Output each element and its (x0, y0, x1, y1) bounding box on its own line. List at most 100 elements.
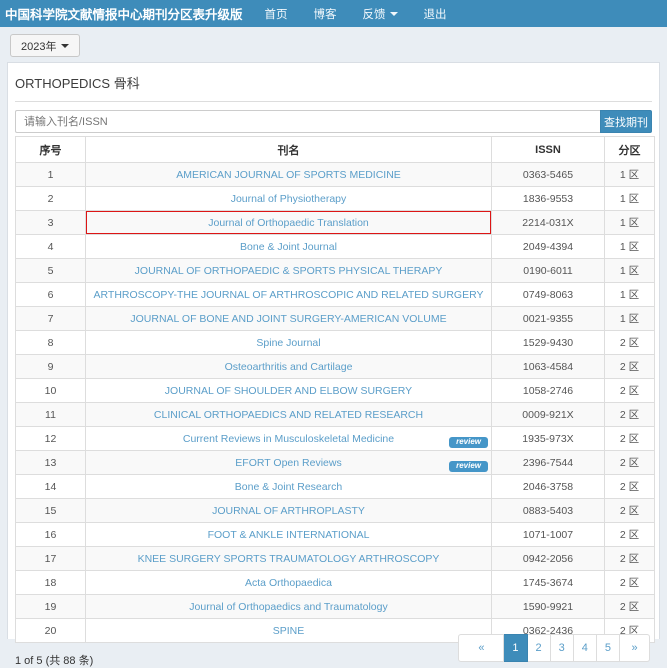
journal-division: 1 区 (605, 283, 655, 307)
page-button-3[interactable]: 3 (551, 634, 574, 662)
journal-division: 2 区 (605, 379, 655, 403)
journal-issn: 1590-9921 (492, 595, 605, 619)
table-row: 3Journal of Orthopaedic Translation2214-… (16, 211, 655, 235)
search-input[interactable] (15, 110, 600, 133)
row-number: 3 (16, 211, 86, 235)
journal-link[interactable]: Osteoarthritis and Cartilage (225, 361, 353, 373)
journal-link[interactable]: Bone & Joint Journal (240, 241, 337, 253)
table-header-row: 序号 刊名 ISSN 分区 (16, 137, 655, 163)
journal-name-cell: EFORT Open Reviews review (86, 451, 492, 475)
nav-item-2[interactable]: 博客 (314, 6, 337, 22)
journal-link[interactable]: ARTHROSCOPY-THE JOURNAL OF ARTHROSCOPIC … (94, 289, 484, 301)
table-row: 1 AMERICAN JOURNAL OF SPORTS MEDICINE 0363… (16, 163, 655, 187)
row-number: 17 (16, 547, 86, 571)
row-number: 12 (16, 427, 86, 451)
row-number: 14 (16, 475, 86, 499)
journal-division: 2 区 (605, 331, 655, 355)
page-button-4[interactable]: 4 (574, 634, 597, 662)
journal-link[interactable]: JOURNAL OF SHOULDER AND ELBOW SURGERY (165, 385, 412, 397)
table-row: 10JOURNAL OF SHOULDER AND ELBOW SURGERY1… (16, 379, 655, 403)
row-number: 16 (16, 523, 86, 547)
journal-link[interactable]: KNEE SURGERY SPORTS TRAUMATOLOGY ARTHROS… (138, 553, 440, 565)
site-title: 中国科学院文献情报中心期刊分区表升级版 (5, 4, 243, 23)
review-badge: review (449, 461, 488, 472)
journal-issn: 2049-4394 (492, 235, 605, 259)
journal-name-cell: JOURNAL OF ORTHOPAEDIC & SPORTS PHYSICAL… (86, 259, 492, 283)
row-number: 15 (16, 499, 86, 523)
row-number: 1 (16, 163, 86, 187)
row-number: 9 (16, 355, 86, 379)
journal-link[interactable]: SPINE (273, 625, 305, 637)
nav-item-label: 博客 (314, 6, 337, 22)
journal-link[interactable]: Current Reviews in Musculoskeletal Medic… (183, 433, 394, 445)
nav-item-label: 反馈 (363, 6, 386, 22)
journal-link[interactable]: JOURNAL OF BONE AND JOINT SURGERY-AMERIC… (130, 313, 446, 325)
page-button-«[interactable]: « (458, 634, 504, 662)
page-title: ORTHOPEDICS 骨科 (15, 63, 652, 102)
search-journal-button[interactable]: 查找期刊 (600, 110, 652, 133)
chevron-down-icon (61, 44, 69, 48)
top-navbar: 中国科学院文献情报中心期刊分区表升级版 首页 博客 反馈 退出 (0, 0, 667, 27)
nav-item-3[interactable]: 反馈 (363, 6, 398, 22)
row-number: 19 (16, 595, 86, 619)
journal-link[interactable]: JOURNAL OF ARTHROPLASTY (212, 505, 365, 517)
col-header-no: 序号 (16, 137, 86, 163)
journal-link[interactable]: FOOT & ANKLE INTERNATIONAL (208, 529, 370, 541)
journal-division: 1 区 (605, 187, 655, 211)
table-row: 7JOURNAL OF BONE AND JOINT SURGERY-AMERI… (16, 307, 655, 331)
page-button-1[interactable]: 1 (504, 634, 527, 662)
col-header-issn: ISSN (492, 137, 605, 163)
journal-division: 1 区 (605, 259, 655, 283)
journal-link[interactable]: Spine Journal (256, 337, 320, 349)
journal-name-cell: AMERICAN JOURNAL OF SPORTS MEDICINE (86, 163, 492, 187)
col-header-name: 刊名 (86, 137, 492, 163)
nav-item-4[interactable]: 退出 (424, 6, 447, 22)
journal-name-cell: Acta Orthopaedica (86, 571, 492, 595)
journal-link[interactable]: Journal of Orthopaedics and Traumatology (189, 601, 387, 613)
page-button-2[interactable]: 2 (528, 634, 551, 662)
journal-link[interactable]: JOURNAL OF ORTHOPAEDIC & SPORTS PHYSICAL… (135, 265, 443, 277)
year-dropdown-button[interactable]: 2023年 (10, 34, 80, 57)
nav-item-1[interactable]: 首页 (265, 6, 288, 22)
journal-division: 1 区 (605, 235, 655, 259)
journal-link[interactable]: CLINICAL ORTHOPAEDICS AND RELATED RESEAR… (154, 409, 423, 421)
row-number: 5 (16, 259, 86, 283)
journal-division: 2 区 (605, 451, 655, 475)
journal-division: 1 区 (605, 211, 655, 235)
journal-name-cell: Journal of Orthopaedics and Traumatology (86, 595, 492, 619)
table-row: 14 Bone & Joint Research 2046-37582 区 (16, 475, 655, 499)
row-number: 18 (16, 571, 86, 595)
journal-name-cell: Osteoarthritis and Cartilage (86, 355, 492, 379)
journal-name-cell: FOOT & ANKLE INTERNATIONAL (86, 523, 492, 547)
journal-link[interactable]: Journal of Orthopaedic Translation (208, 217, 369, 229)
journal-issn: 2046-3758 (492, 475, 605, 499)
journal-issn: 2396-7544 (492, 451, 605, 475)
journal-division: 2 区 (605, 499, 655, 523)
row-number: 2 (16, 187, 86, 211)
journal-link[interactable]: Bone & Joint Research (235, 481, 342, 493)
review-badge: review (449, 437, 488, 448)
journal-name-cell: Spine Journal (86, 331, 492, 355)
journal-division: 1 区 (605, 307, 655, 331)
journal-name-cell: Journal of Physiotherapy (86, 187, 492, 211)
table-row: 6ARTHROSCOPY-THE JOURNAL OF ARTHROSCOPIC… (16, 283, 655, 307)
search-bar: 查找期刊 (15, 110, 652, 133)
navbar-menu: 首页 博客 反馈 退出 (243, 6, 447, 22)
table-row: 19 Journal of Orthopaedics and Traumatolo… (16, 595, 655, 619)
journal-issn: 0363-5465 (492, 163, 605, 187)
journal-link[interactable]: EFORT Open Reviews (235, 457, 341, 469)
journal-division: 2 区 (605, 475, 655, 499)
page-button-»[interactable]: » (620, 634, 650, 662)
page-button-5[interactable]: 5 (597, 634, 620, 662)
journal-name-cell: Bone & Joint Research (86, 475, 492, 499)
table-row: 17 KNEE SURGERY SPORTS TRAUMATOLOGY ARTHR… (16, 547, 655, 571)
journal-issn: 1058-2746 (492, 379, 605, 403)
pagination: «12345» (458, 634, 650, 662)
nav-item-label: 退出 (424, 6, 447, 22)
row-number: 4 (16, 235, 86, 259)
journal-division: 2 区 (605, 523, 655, 547)
table-body: 1 AMERICAN JOURNAL OF SPORTS MEDICINE 0363… (16, 163, 655, 643)
journal-link[interactable]: Acta Orthopaedica (245, 577, 332, 589)
journal-link[interactable]: Journal of Physiotherapy (231, 193, 347, 205)
journal-link[interactable]: AMERICAN JOURNAL OF SPORTS MEDICINE (176, 169, 401, 181)
